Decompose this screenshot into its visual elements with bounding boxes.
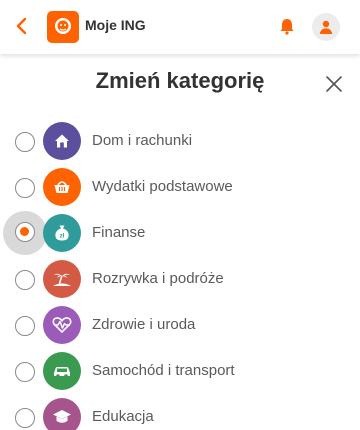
category-radio[interactable]	[15, 222, 35, 242]
house-icon	[43, 122, 81, 160]
category-radio[interactable]	[15, 362, 35, 382]
category-option[interactable]: Wydatki podstawowe	[0, 164, 360, 210]
category-radio[interactable]	[15, 178, 35, 198]
basket-icon	[43, 168, 81, 206]
category-radio[interactable]	[15, 132, 35, 152]
chevron-left-icon	[16, 17, 27, 35]
back-button[interactable]	[8, 12, 36, 40]
notifications-button[interactable]	[275, 14, 299, 38]
close-icon	[326, 76, 342, 92]
category-label: Finanse	[92, 224, 146, 241]
palm-island-icon	[43, 260, 81, 298]
category-radio[interactable]	[15, 270, 35, 290]
category-label: Dom i rachunki	[92, 132, 193, 149]
category-radio[interactable]	[15, 408, 35, 428]
category-option[interactable]: Dom i rachunki	[0, 118, 360, 164]
bell-icon	[280, 19, 294, 35]
top-app-bar: Moje ING	[0, 0, 360, 54]
heartbeat-icon	[43, 306, 81, 344]
category-option[interactable]: zł Finanse	[0, 210, 360, 256]
category-option[interactable]: Edukacja	[0, 394, 360, 430]
user-icon	[319, 20, 333, 34]
category-option[interactable]: Rozrywka i podróże	[0, 256, 360, 302]
money-bag-icon: zł	[43, 214, 81, 252]
graduation-cap-icon	[43, 398, 81, 430]
category-label: Edukacja	[92, 408, 154, 425]
category-option[interactable]: Zdrowie i uroda	[0, 302, 360, 348]
close-button[interactable]	[322, 72, 346, 96]
car-icon	[43, 352, 81, 390]
category-label: Samochód i transport	[92, 362, 235, 379]
svg-text:zł: zł	[60, 234, 65, 240]
category-radio[interactable]	[15, 316, 35, 336]
category-label: Wydatki podstawowe	[92, 178, 233, 195]
category-label: Rozrywka i podróże	[92, 270, 224, 287]
ing-lion-logo	[47, 11, 79, 43]
sheet-title: Zmień kategorię	[95, 68, 265, 93]
category-label: Zdrowie i uroda	[92, 316, 196, 333]
profile-button[interactable]	[312, 13, 340, 41]
app-title: Moje ING	[85, 17, 146, 33]
category-option[interactable]: Samochód i transport	[0, 348, 360, 394]
